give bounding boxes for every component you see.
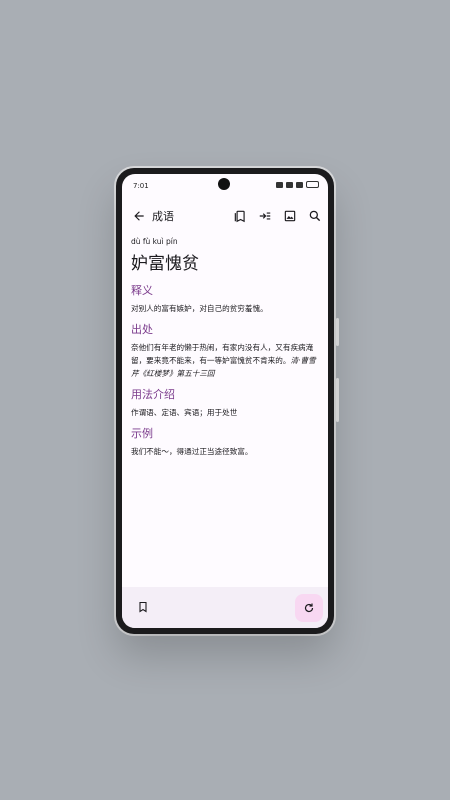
- camera-cutout: [218, 178, 230, 190]
- usage-heading: 用法介绍: [131, 388, 175, 401]
- phone-frame: 7:01 成语 dù fù kuì pín 妒富愧贫 释义 对别人的富有嫉妒，对…: [116, 168, 339, 634]
- top-app-bar: 成语: [122, 200, 328, 232]
- refresh-icon: [303, 602, 315, 614]
- status-bar: 7:01: [122, 174, 328, 194]
- status-icons: [276, 181, 319, 188]
- volume-button: [336, 378, 339, 422]
- origin-text: 奈他们有年老的懒于热闹，有家内没有人，又有疾病淹留，要来竟不能来，有一等妒富愧贫…: [131, 341, 320, 380]
- notification-icon: [276, 181, 283, 188]
- origin-quote: 奈他们有年老的懒于热闹，有家内没有人，又有疾病淹留，要来竟不能来，有一等妒富愧贫…: [131, 343, 314, 365]
- usage-text: 作谓语、定语、宾语；用于处世: [131, 408, 238, 417]
- arrow-back-icon[interactable]: [132, 209, 146, 223]
- origin-heading: 出处: [131, 323, 153, 336]
- signal-icon: [286, 181, 293, 188]
- page-title: 成语: [152, 210, 174, 223]
- format-indent-icon[interactable]: [258, 209, 272, 223]
- idiom-title: 妒富愧贫: [131, 254, 199, 274]
- bookmarks-icon[interactable]: [233, 209, 247, 223]
- refresh-button[interactable]: [295, 594, 323, 622]
- meaning-heading: 释义: [131, 284, 153, 297]
- screen: 7:01 成语 dù fù kuì pín 妒富愧贫 释义 对别人的富有嫉妒，对…: [122, 174, 328, 628]
- example-text: 我们不能～，得通过正当途径致富。: [131, 447, 253, 456]
- status-time: 7:01: [133, 182, 149, 190]
- idiom-pinyin: dù fù kuì pín: [131, 237, 178, 246]
- image-icon[interactable]: [283, 209, 297, 223]
- search-icon[interactable]: [308, 209, 322, 223]
- example-heading: 示例: [131, 427, 153, 440]
- wifi-icon: [296, 181, 303, 188]
- battery-icon: [306, 181, 319, 188]
- meaning-text: 对别人的富有嫉妒，对自己的贫穷羞愧。: [131, 304, 268, 313]
- bottom-app-bar: [122, 587, 328, 628]
- power-button: [336, 318, 339, 346]
- bookmark-icon[interactable]: [137, 601, 149, 613]
- idiom-content: dù fù kuì pín 妒富愧贫 释义 对别人的富有嫉妒，对自己的贫穷羞愧。…: [131, 237, 320, 464]
